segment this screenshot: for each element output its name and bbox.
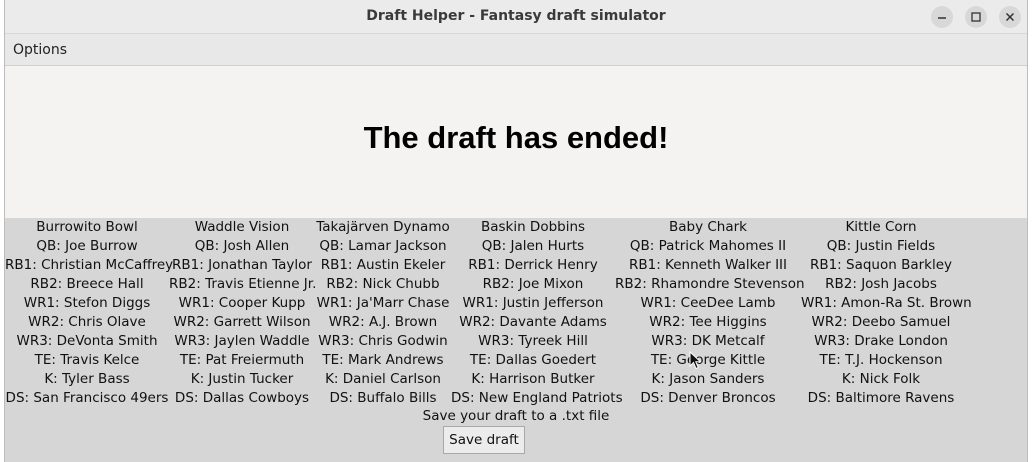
pick-wr3: WR3: Drake London	[814, 333, 948, 349]
pick-te: TE: Dallas Goedert	[469, 352, 597, 368]
pick-wr3: WR3: DeVonta Smith	[16, 333, 158, 349]
pick-qb: QB: Justin Fields	[826, 238, 936, 254]
pick-rb1: RB1: Christian McCaffrey	[5, 257, 174, 273]
pick-ds: DS: Denver Broncos	[640, 390, 776, 406]
pick-te: TE: T.J. Hockenson	[819, 352, 943, 368]
title-bar[interactable]: Draft Helper - Fantasy draft simulator	[5, 0, 1027, 34]
pick-k: K: Harrison Butker	[471, 371, 595, 387]
team-column: Takajärven Dynamo QB: Lamar Jackson RB1:…	[315, 218, 451, 408]
minimize-icon	[938, 17, 946, 19]
pick-wr3: WR3: Chris Godwin	[318, 333, 448, 349]
maximize-button[interactable]	[965, 6, 987, 28]
pick-rb2: RB2: Nick Chubb	[326, 276, 440, 292]
pick-rb2: RB2: Joe Mixon	[482, 276, 584, 292]
pick-wr1: WR1: Justin Jefferson	[462, 295, 604, 311]
team-column: Baby Chark QB: Patrick Mahomes II RB1: K…	[615, 218, 805, 408]
pick-wr2: WR2: Davante Adams	[459, 314, 607, 330]
team-column: Kittle Corn QB: Justin Fields RB1: Saquo…	[801, 218, 972, 408]
team-name: Waddle Vision	[194, 219, 290, 235]
pick-rb1: RB1: Derrick Henry	[468, 257, 598, 273]
team-name: Kittle Corn	[845, 219, 917, 235]
pick-te: TE: George Kittle	[650, 352, 766, 368]
pick-k: K: Jason Sanders	[651, 371, 765, 387]
menu-bar: Options	[5, 34, 1027, 66]
pick-ds: DS: Buffalo Bills	[329, 390, 437, 406]
pick-qb: QB: Josh Allen	[194, 238, 290, 254]
pick-k: K: Nick Folk	[841, 371, 921, 387]
team-name: Baby Chark	[668, 219, 747, 235]
draft-ended-message: The draft has ended!	[363, 120, 669, 155]
close-button[interactable]	[999, 6, 1021, 28]
window-title: Draft Helper - Fantasy draft simulator	[366, 8, 666, 24]
pick-qb: QB: Joe Burrow	[36, 238, 138, 254]
minimize-button[interactable]	[931, 6, 953, 28]
pick-wr1: WR1: Ja'Marr Chase	[316, 295, 450, 311]
pick-ds: DS: New England Patriots	[451, 390, 623, 406]
team-name: Takajärven Dynamo	[316, 219, 450, 235]
app-window: Draft Helper - Fantasy draft simulator O…	[4, 0, 1028, 462]
team-name: Baskin Dobbins	[480, 219, 586, 235]
pick-te: TE: Travis Kelce	[34, 352, 140, 368]
maximize-icon	[971, 12, 981, 22]
menu-options[interactable]: Options	[13, 42, 67, 58]
save-draft-button[interactable]: Save draft	[443, 426, 525, 454]
pick-k: K: Daniel Carlson	[325, 371, 441, 387]
pick-wr2: WR2: A.J. Brown	[328, 314, 438, 330]
pick-rb2: RB2: Rhamondre Stevenson	[615, 276, 805, 292]
pick-wr2: WR2: Deebo Samuel	[811, 314, 951, 330]
status-banner: The draft has ended!	[5, 66, 1027, 218]
pick-rb1: RB1: Austin Ekeler	[320, 257, 446, 273]
pick-qb: QB: Patrick Mahomes II	[629, 238, 787, 254]
team-column: Burrowito Bowl QB: Joe Burrow RB1: Chris…	[5, 218, 174, 408]
save-prompt: Save your draft to a .txt file	[422, 408, 610, 424]
pick-rb1: RB1: Saquon Barkley	[809, 257, 953, 273]
pick-wr2: WR2: Chris Olave	[28, 314, 146, 330]
pick-wr3: WR3: DK Metcalf	[651, 333, 765, 349]
pick-qb: QB: Lamar Jackson	[319, 238, 447, 254]
pick-wr2: WR2: Tee Higgins	[649, 314, 767, 330]
pick-qb: QB: Jalen Hurts	[481, 238, 585, 254]
mouse-pointer-icon	[689, 351, 702, 370]
pick-wr1: WR1: Cooper Kupp	[178, 295, 306, 311]
close-icon	[1005, 12, 1015, 22]
pick-rb1: RB1: Kenneth Walker III	[628, 257, 788, 273]
pick-wr3: WR3: Tyreek Hill	[478, 333, 588, 349]
pick-wr3: WR3: Jaylen Waddle	[174, 333, 310, 349]
pick-wr2: WR2: Garrett Wilson	[173, 314, 311, 330]
pick-rb2: RB2: Josh Jacobs	[825, 276, 937, 292]
pick-ds: DS: San Francisco 49ers	[5, 390, 169, 406]
team-name: Burrowito Bowl	[36, 219, 138, 235]
pick-ds: DS: Baltimore Ravens	[807, 390, 955, 406]
pick-rb2: RB2: Breece Hall	[30, 276, 144, 292]
pick-wr1: WR1: CeeDee Lamb	[640, 295, 776, 311]
pick-wr1: WR1: Amon-Ra St. Brown	[801, 295, 972, 311]
team-column: Baskin Dobbins QB: Jalen Hurts RB1: Derr…	[451, 218, 623, 408]
pick-wr1: WR1: Stefon Diggs	[23, 295, 151, 311]
pick-rb1: RB1: Jonathan Taylor	[172, 257, 312, 273]
pick-k: K: Justin Tucker	[190, 371, 294, 387]
pick-ds: DS: Dallas Cowboys	[174, 390, 310, 406]
pick-k: K: Tyler Bass	[44, 371, 130, 387]
pick-te: TE: Pat Freiermuth	[179, 352, 305, 368]
pick-te: TE: Mark Andrews	[322, 352, 444, 368]
team-column: Waddle Vision QB: Josh Allen RB1: Jonath…	[169, 218, 317, 408]
pick-rb2: RB2: Travis Etienne Jr.	[169, 276, 317, 292]
